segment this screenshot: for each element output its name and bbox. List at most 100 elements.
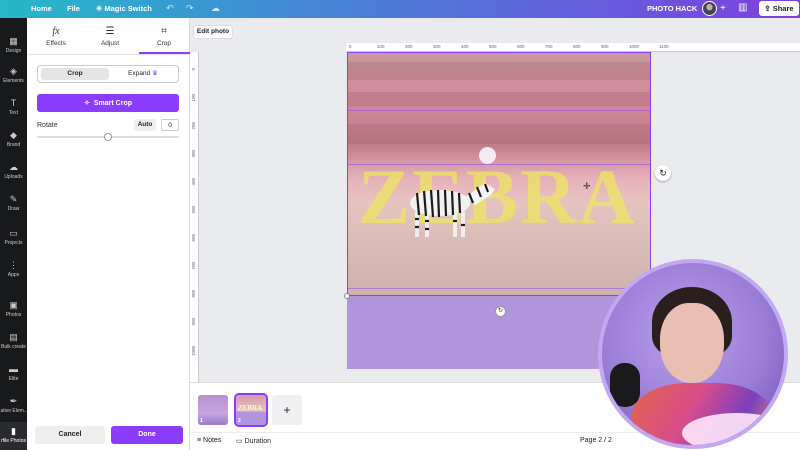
file-menu[interactable]: File [67,4,80,13]
rotate-refresh-icon[interactable]: ↻ [655,165,671,181]
ruler-tick: 400 [191,178,196,186]
notes-button[interactable]: ≡ Notes [197,437,221,444]
rail-label: Uploads [4,174,23,180]
page-thumbnail[interactable]: ZEBRA 2 [234,393,268,427]
rotate-label: Rotate [37,122,58,129]
ruler-tick: 300 [191,150,196,158]
rail-item-text[interactable]: T Text [0,94,27,122]
ruler-tick: 0 [191,68,196,71]
share-label: Share [772,4,794,13]
text-icon: T [10,98,17,108]
rail-label: Elite [8,376,19,382]
magic-switch-button[interactable]: ✳ Magic Switch [96,4,152,13]
rail-label: Design [5,48,22,54]
cloud-decoration [682,413,784,445]
pen-icon: ✒ [9,396,18,406]
tab-crop[interactable]: ⌗ Crop [139,26,189,47]
smart-crop-button[interactable]: ✧ Smart Crop [37,94,179,112]
redo-icon[interactable]: ↷ [186,3,194,14]
folder-icon: ▭ [9,228,18,238]
rail-label: rfile Photos [0,438,26,444]
ruler-tick: 200 [191,122,196,130]
rail-item-apps[interactable]: ⋮ Apps [0,256,27,284]
cancel-button[interactable]: Cancel [35,426,105,444]
rail-item-profile-photos[interactable]: ▮ rfile Photos [0,422,27,450]
rotate-value-input[interactable]: 0 [161,119,179,131]
rail-label: Brand [6,142,21,148]
elements-icon: ◈ [10,66,17,76]
duration-label: Duration [244,438,272,445]
expand-label: Expand [128,70,151,77]
edit-photo-button[interactable]: Edit photo [193,25,233,39]
rail-item-bulk-create[interactable]: ▤ Bulk create [0,328,27,356]
apps-icon: ⋮ [9,260,18,270]
effects-icon: fx [52,26,60,37]
ruler-tick: 0 [349,44,352,49]
avatar[interactable] [702,1,717,16]
sky-cloud [347,92,651,106]
ruler-tick: 100 [191,94,196,102]
crop-guide-line [347,110,651,111]
rotate-auto-button[interactable]: Auto [134,119,156,131]
ruler-vertical: 0 100 200 300 400 500 600 700 800 900 10… [190,52,199,382]
project-title[interactable]: PHOTO HACK [647,4,697,13]
rail-item-uploads[interactable]: ☁ Uploads [0,158,27,186]
tab-adjust[interactable]: ☰ Adjust [85,26,135,47]
crop-expand-toggle: Crop Expand ♛ [37,65,179,83]
undo-icon[interactable]: ↶ [166,3,174,14]
share-button[interactable]: ⇪ Share [759,1,799,16]
upload-icon: ☁ [9,162,18,172]
rail-item-elements[interactable]: ◈ Elements [0,62,27,90]
duration-button[interactable]: ▭ Duration [236,437,271,445]
ruler-tick: 800 [573,44,581,49]
page-thumbnail[interactable]: 1 [198,395,228,425]
microphone-icon [610,363,640,407]
magic-wand-icon: ✧ [84,100,90,107]
design-icon: ▦ [9,36,18,46]
tab-label: Effects [46,40,66,47]
rotate-slider-thumb[interactable] [104,133,112,141]
insights-icon[interactable]: ▥ [738,2,747,13]
rail-item-creative-elements[interactable]: ✒ ative Elem.. [0,392,27,420]
tabs-divider [27,54,190,55]
zebra-illustration [410,183,495,237]
tab-label: Crop [156,40,172,47]
photos-icon: ▣ [9,300,18,310]
cloud-save-icon[interactable]: ☁ [211,3,220,14]
ruler-tick: 500 [489,44,497,49]
rail-label: Projects [4,240,23,246]
page-number: 2 [238,418,241,424]
edit-photo-panel: fx Effects ☰ Adjust ⌗ Crop Crop Expand ♛ ✧ S… [27,18,190,450]
sky-cloud [347,62,651,80]
rail-item-projects[interactable]: ▭ Projects [0,224,27,252]
rail-label: Draw [7,206,20,212]
page-indicator[interactable]: Page 2 / 2 [580,437,612,444]
add-collaborator-icon[interactable]: + [720,3,726,14]
rail-label: Text [8,110,19,116]
rail-item-elite[interactable]: ▬ Elite [0,360,27,388]
ruler-tick: 200 [405,44,413,49]
home-menu[interactable]: Home [31,4,52,13]
rotate-handle-icon[interactable]: ↻ [495,306,506,317]
active-tab-indicator [139,52,190,54]
add-page-button[interactable]: + [272,395,302,425]
rail-item-design[interactable]: ▦ Design [0,32,27,60]
brand-icon: ◆ [10,130,17,140]
page-number: 1 [200,418,203,424]
premium-crown-icon: ♛ [152,70,158,77]
presenter-face [660,303,724,383]
ruler-tick: 100 [377,44,385,49]
tab-effects[interactable]: fx Effects [31,26,81,47]
crop-option[interactable]: Crop [41,68,109,80]
ruler-tick: 400 [461,44,469,49]
rail-label: Elements [3,78,24,84]
rail-item-photos[interactable]: ▣ Photos [0,296,27,324]
ruler-tick: 700 [191,262,196,270]
expand-option[interactable]: Expand ♛ [109,68,177,80]
done-button[interactable]: Done [111,426,183,444]
sky-cloud [347,124,651,144]
crop-corner-handle[interactable] [344,293,350,299]
zebra-shape [410,183,495,237]
rail-item-brand[interactable]: ◆ Brand [0,126,27,154]
rail-item-draw[interactable]: ✎ Draw [0,190,27,218]
